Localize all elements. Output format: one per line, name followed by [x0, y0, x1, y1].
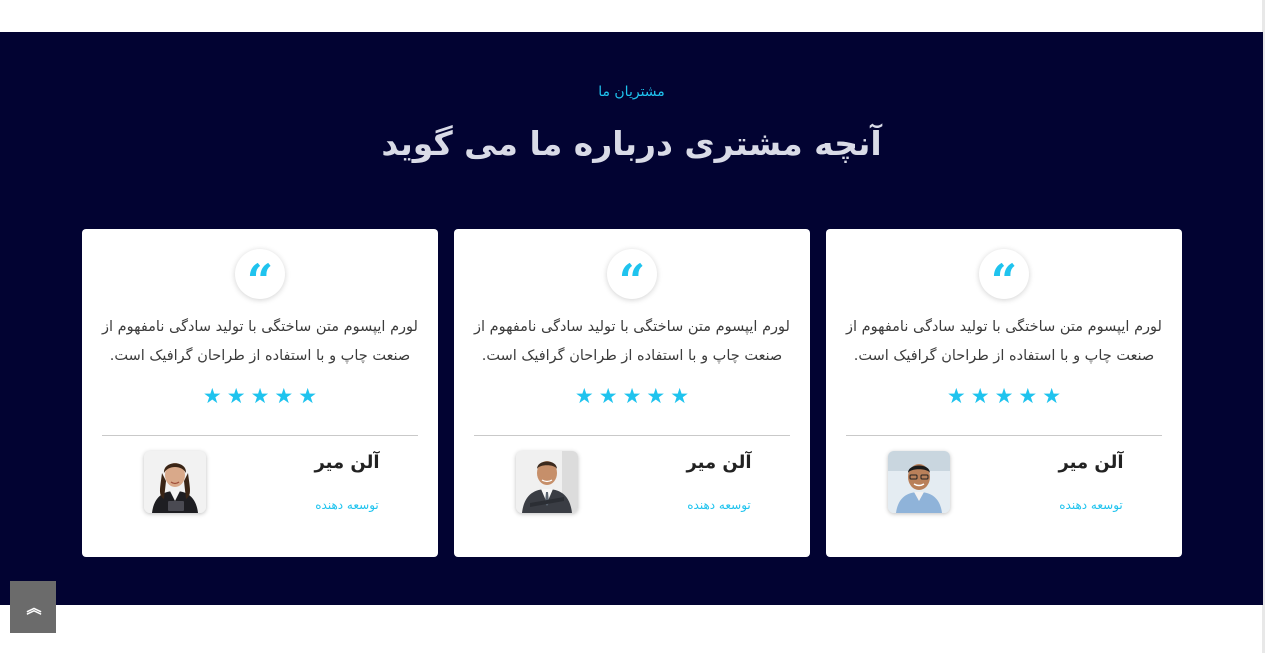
quote-icon: “ — [979, 249, 1029, 304]
author-role: توسعه دهنده — [1059, 498, 1123, 512]
man-in-suit-photo — [516, 451, 578, 513]
author-role: توسعه دهنده — [315, 498, 379, 512]
man-with-glasses-photo — [888, 451, 950, 513]
woman-with-tablet-photo — [144, 451, 206, 513]
divider — [846, 435, 1162, 436]
star-icon: ★ — [670, 384, 690, 408]
avatar — [888, 451, 950, 513]
star-icon: ★ — [1042, 384, 1062, 408]
author-name: آلن میر — [1058, 452, 1124, 473]
star-rating: ★ ★ ★ ★ ★ — [454, 386, 810, 407]
quote-icon: “ — [235, 249, 285, 304]
star-icon: ★ — [250, 384, 270, 408]
author-role: توسعه دهنده — [687, 498, 751, 512]
star-icon: ★ — [598, 384, 618, 408]
avatar — [144, 451, 206, 513]
star-icon: ★ — [946, 384, 966, 408]
star-icon: ★ — [226, 384, 246, 408]
star-icon: ★ — [646, 384, 666, 408]
author-name: آلن میر — [686, 452, 752, 473]
star-rating: ★ ★ ★ ★ ★ — [826, 386, 1182, 407]
star-icon: ★ — [298, 384, 318, 408]
double-chevron-up-icon: ︽ — [26, 598, 41, 617]
star-icon: ★ — [274, 384, 294, 408]
scroll-to-top-button[interactable]: ︽ — [10, 581, 56, 633]
testimonial-card: “ لورم ایپسوم متن ساختگی با تولید سادگی … — [826, 229, 1182, 557]
divider — [474, 435, 790, 436]
section-heading: آنچه مشتری درباره ما می گوید — [381, 124, 882, 163]
testimonial-text: لورم ایپسوم متن ساختگی با تولید سادگی نا… — [474, 319, 790, 364]
star-icon: ★ — [970, 384, 990, 408]
section-kicker: مشتریان ما — [598, 84, 665, 100]
star-icon: ★ — [1018, 384, 1038, 408]
testimonial-text: لورم ایپسوم متن ساختگی با تولید سادگی نا… — [846, 319, 1162, 364]
quote-icon: “ — [607, 249, 657, 304]
testimonial-text: لورم ایپسوم متن ساختگی با تولید سادگی نا… — [102, 319, 418, 364]
avatar — [516, 451, 578, 513]
author-name: آلن میر — [314, 452, 380, 473]
star-icon: ★ — [994, 384, 1014, 408]
testimonial-card: “ لورم ایپسوم متن ساختگی با تولید سادگی … — [454, 229, 810, 557]
testimonial-card: “ لورم ایپسوم متن ساختگی با تولید سادگی … — [82, 229, 438, 557]
divider — [102, 435, 418, 436]
star-icon: ★ — [622, 384, 642, 408]
star-icon: ★ — [202, 384, 222, 408]
testimonials-section: مشتریان ما آنچه مشتری درباره ما می گوید … — [0, 32, 1263, 605]
star-rating: ★ ★ ★ ★ ★ — [82, 386, 438, 407]
star-icon: ★ — [574, 384, 594, 408]
